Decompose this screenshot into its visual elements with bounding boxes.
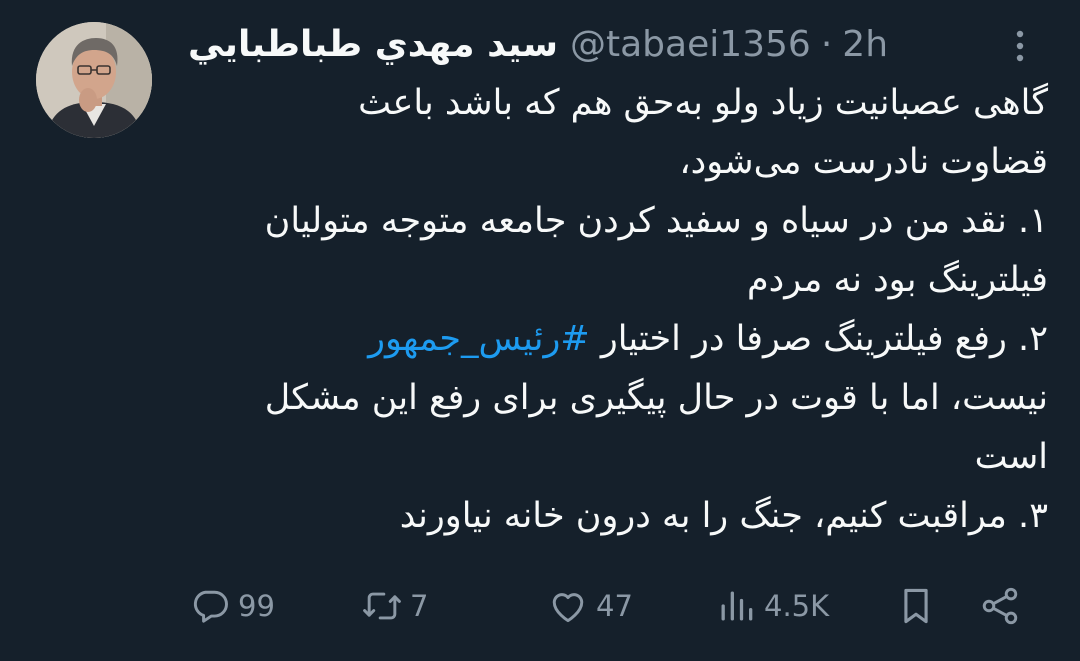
share-icon <box>978 584 1022 628</box>
tweet-line-text: ۲. رفع فیلترینگ صرفا در اختیار <box>589 319 1048 359</box>
user-handle[interactable]: @tabaei1356 <box>570 24 811 65</box>
avatar[interactable] <box>36 22 152 138</box>
like-button[interactable]: 47 <box>546 578 633 634</box>
separator-dot: · <box>820 23 833 65</box>
bookmark-icon <box>894 584 938 628</box>
tweet-text: گاهی عصبانیت زیاد ولو به‌حق هم که باشد ب… <box>186 74 1048 546</box>
tweet-header: سيد مهدي طباطبايي @tabaei1356 · 2h <box>188 18 888 70</box>
reply-button[interactable]: 99 <box>188 578 275 634</box>
retweet-count: 7 <box>410 589 429 623</box>
views-count: 4.5K <box>764 589 830 623</box>
retweet-icon <box>360 584 404 628</box>
tweet-line: فیلترینگ بود نه مردم <box>747 260 1048 300</box>
tweet-line: نیست، اما با قوت در حال پیگیری برای رفع … <box>264 378 1048 418</box>
tweet-line: قضاوت نادرست می‌شود، <box>679 142 1048 182</box>
display-name[interactable]: سيد مهدي طباطبايي <box>188 24 558 65</box>
tweet-line: ۱. نقد من در سیاه و سفید کردن جامعه متوج… <box>264 201 1048 241</box>
reply-count: 99 <box>238 589 275 623</box>
retweet-button[interactable]: 7 <box>360 578 428 634</box>
more-vertical-icon[interactable] <box>1004 26 1036 66</box>
timestamp[interactable]: 2h <box>842 24 888 65</box>
action-bar: 99 7 47 4.5K <box>188 578 1028 634</box>
tweet-line: گاهی عصبانیت زیاد ولو به‌حق هم که باشد ب… <box>358 83 1048 123</box>
hashtag-link[interactable]: #رئیس_جمهور <box>368 319 590 359</box>
like-count: 47 <box>596 589 633 623</box>
share-button[interactable] <box>978 578 1022 634</box>
tweet[interactable]: سيد مهدي طباطبايي @tabaei1356 · 2h گاهی … <box>0 0 1080 661</box>
tweet-line: ۳. مراقبت کنیم، جنگ را به درون خانه نیاو… <box>399 496 1048 536</box>
reply-icon <box>188 584 232 628</box>
views-icon <box>714 584 758 628</box>
views-button[interactable]: 4.5K <box>714 578 829 634</box>
like-icon <box>546 584 590 628</box>
tweet-line-with-hashtag: ۲. رفع فیلترینگ صرفا در اختیار #رئیس_جمه… <box>186 310 1048 369</box>
bookmark-button[interactable] <box>894 578 938 634</box>
tweet-line: است <box>974 437 1048 477</box>
